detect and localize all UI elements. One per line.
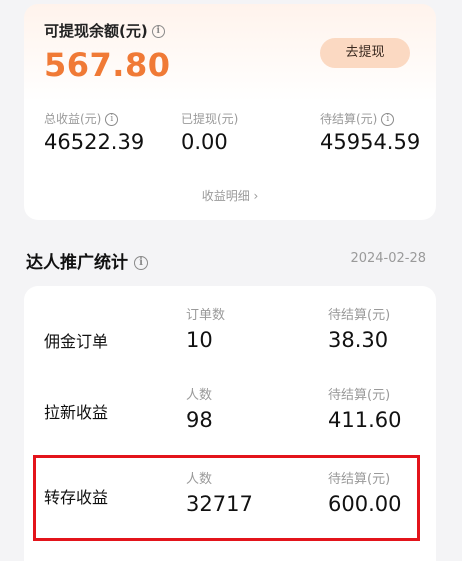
- info-icon[interactable]: i: [105, 113, 119, 126]
- info-icon[interactable]: i: [134, 256, 148, 270]
- row-title: 拉新收益: [44, 403, 109, 422]
- info-icon[interactable]: i: [151, 25, 165, 38]
- promo-section-title: 达人推广统计 i: [26, 248, 148, 273]
- col1-value: 10: [186, 328, 213, 352]
- col2-label: 待结算(元): [328, 308, 391, 323]
- row-title: 转存收益: [44, 488, 109, 507]
- withdrawn-label-text: 已提现(元): [181, 112, 239, 126]
- pending-label: 待结算(元) i: [320, 110, 395, 127]
- info-icon[interactable]: i: [381, 113, 395, 126]
- withdrawn-label: 已提现(元): [181, 110, 238, 127]
- col1-label: 人数: [186, 388, 213, 403]
- col2-value: 38.30: [328, 328, 389, 352]
- total-income-label: 总收益(元) i: [44, 110, 119, 127]
- balance-value: 567.80: [44, 46, 171, 84]
- list-item[interactable]: 佣金订单 订单数 10 待结算(元) 38.30: [24, 300, 436, 380]
- promo-title-text: 达人推广统计: [26, 253, 128, 273]
- withdraw-button[interactable]: 去提现: [320, 38, 410, 68]
- col2-value: 411.60: [328, 408, 402, 432]
- balance-label: 可提现余额(元) i: [44, 20, 165, 41]
- col1-value: 32717: [186, 492, 253, 516]
- pending-value: 45954.59: [320, 130, 421, 154]
- list-item[interactable]: 转存收益 人数 32717 待结算(元) 600.00: [24, 464, 436, 544]
- total-income-label-text: 总收益(元): [44, 112, 102, 126]
- promo-list-card: 佣金订单 订单数 10 待结算(元) 38.30 拉新收益 人数 98 待结算(…: [24, 286, 436, 561]
- promo-section-header: 达人推广统计 i 2024-02-28: [26, 248, 426, 273]
- withdrawn-value: 0.00: [181, 130, 228, 154]
- col2-label: 待结算(元): [328, 472, 391, 487]
- col2-value: 600.00: [328, 492, 402, 516]
- list-item[interactable]: 拉新收益 人数 98 待结算(元) 411.60: [24, 382, 436, 462]
- promo-date: 2024-02-28: [350, 251, 426, 266]
- income-detail-link[interactable]: 收益明细 ›: [24, 187, 436, 204]
- col1-label: 人数: [186, 472, 213, 487]
- pending-label-text: 待结算(元): [320, 112, 378, 126]
- col2-label: 待结算(元): [328, 388, 391, 403]
- total-income-value: 46522.39: [44, 130, 145, 154]
- balance-label-text: 可提现余额(元): [44, 22, 148, 40]
- row-title: 佣金订单: [44, 332, 109, 351]
- col1-value: 98: [186, 408, 213, 432]
- col1-label: 订单数: [186, 308, 226, 323]
- balance-card: 可提现余额(元) i 567.80 去提现 总收益(元) i 46522.39 已提…: [24, 4, 436, 220]
